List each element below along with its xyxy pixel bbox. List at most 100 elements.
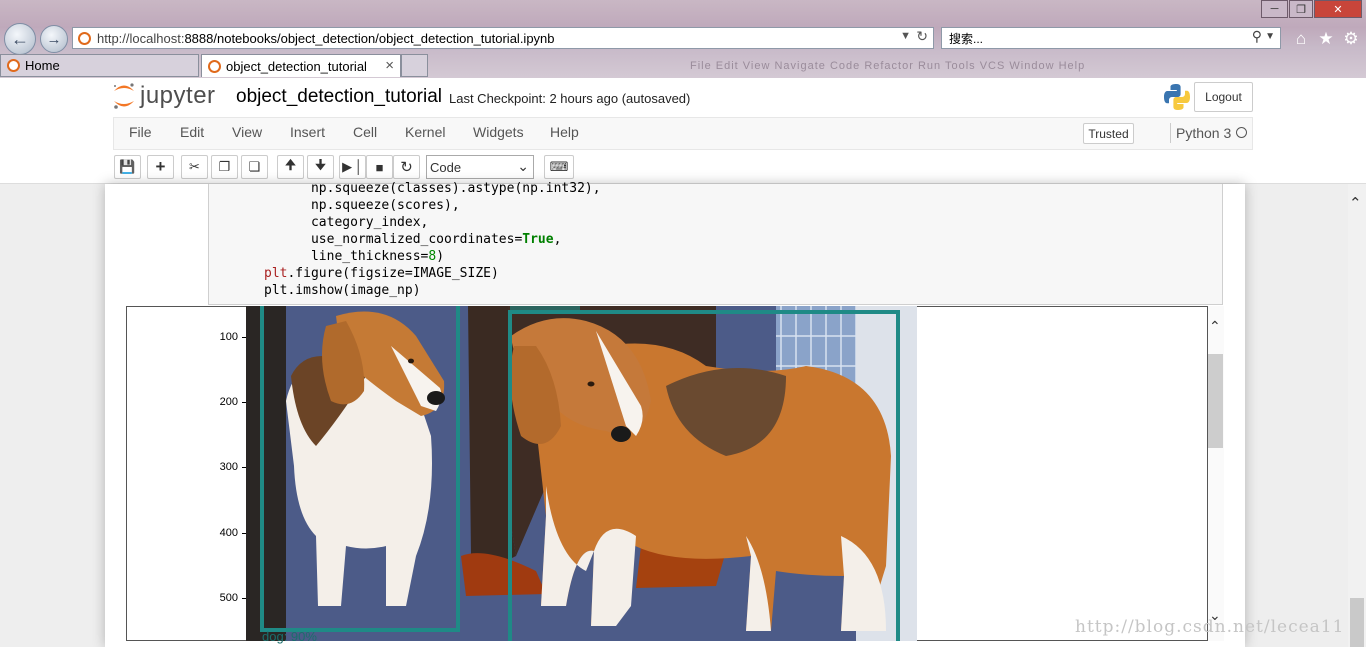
close-icon: ✕ bbox=[1333, 3, 1343, 16]
cell-type-value: Code bbox=[430, 159, 462, 175]
search-input[interactable]: 搜索... bbox=[949, 30, 983, 47]
scroll-up-icon[interactable]: ⌃ bbox=[1209, 318, 1221, 335]
menu-edit[interactable]: Edit bbox=[180, 124, 204, 140]
address-bar[interactable]: http://localhost:8888/notebooks/object_d… bbox=[72, 27, 934, 49]
new-tab-button[interactable] bbox=[401, 54, 428, 77]
code-line-6: plt.figure(figsize=IMAGE_SIZE) bbox=[264, 266, 499, 281]
copy-icon: ❐ bbox=[218, 159, 231, 174]
logout-button[interactable]: Logout bbox=[1194, 82, 1253, 112]
cut-button[interactable]: ✂ bbox=[181, 155, 208, 179]
settings-gear-icon[interactable]: ⚙ bbox=[1341, 29, 1361, 49]
beagles-photo bbox=[246, 306, 917, 641]
insert-cell-button[interactable]: + bbox=[147, 155, 174, 179]
menu-help[interactable]: Help bbox=[550, 124, 579, 140]
forward-arrow-icon: → bbox=[46, 30, 62, 48]
notebook-title[interactable]: object_detection_tutorial bbox=[236, 86, 442, 108]
code-plt: plt bbox=[264, 266, 288, 281]
detection-output-image bbox=[246, 306, 917, 641]
back-button[interactable]: ← bbox=[4, 23, 36, 55]
checkpoint-status: Last Checkpoint: 2 hours ago (autosaved) bbox=[449, 91, 691, 106]
refresh-icon[interactable]: ↻ bbox=[916, 28, 928, 45]
output-scrollbar-thumb[interactable] bbox=[1208, 354, 1223, 448]
address-url[interactable]: http://localhost:8888/notebooks/object_d… bbox=[97, 31, 555, 46]
page-scrollbar-thumb[interactable] bbox=[1350, 598, 1364, 647]
move-down-button[interactable]: 🠋 bbox=[307, 155, 334, 179]
y-tick-label: 200 bbox=[219, 396, 238, 408]
search-bar[interactable]: 搜索... ⚲ ▼ bbox=[941, 27, 1281, 49]
maximize-icon: ❐ bbox=[1296, 3, 1306, 16]
page-scrollbar[interactable] bbox=[1348, 184, 1366, 647]
close-window-button[interactable]: ✕ bbox=[1314, 0, 1362, 18]
restart-button[interactable]: ↻ bbox=[393, 155, 420, 179]
run-button[interactable]: ▶ │ bbox=[339, 155, 366, 179]
search-icon[interactable]: ⚲ bbox=[1252, 28, 1262, 45]
url-path: 8888/notebooks/object_detection/object_d… bbox=[184, 30, 555, 46]
chevron-down-icon: ⌄ bbox=[517, 158, 529, 174]
code-arg: use_normalized_coordinates= bbox=[264, 232, 523, 247]
forward-button[interactable]: → bbox=[40, 25, 68, 53]
watermark-text: http://blog.csdn.net/lecea11 bbox=[1075, 617, 1345, 637]
notebook-menubar bbox=[113, 117, 1253, 150]
ie-tab-icon bbox=[7, 59, 20, 72]
menu-widgets[interactable]: Widgets bbox=[473, 124, 524, 140]
code-paren: ) bbox=[436, 249, 445, 264]
y-tick-label: 300 bbox=[219, 461, 238, 473]
kernel-separator bbox=[1170, 123, 1171, 143]
code-arg: line_thickness= bbox=[264, 249, 429, 264]
paste-icon: ❏ bbox=[248, 159, 261, 174]
minimize-icon: ─ bbox=[1270, 3, 1279, 15]
copy-button[interactable]: ❐ bbox=[211, 155, 238, 179]
save-button[interactable]: 💾 bbox=[114, 155, 141, 179]
back-arrow-icon: ← bbox=[11, 28, 29, 49]
command-palette-button[interactable]: ⌨ bbox=[544, 155, 574, 179]
menu-cell[interactable]: Cell bbox=[353, 124, 377, 140]
dropdown-icon[interactable]: ▼ bbox=[900, 30, 911, 42]
y-tick-label: 100 bbox=[219, 331, 238, 343]
search-dropdown-icon[interactable]: ▼ bbox=[1265, 31, 1275, 42]
maximize-button[interactable]: ❐ bbox=[1289, 0, 1313, 18]
ie-page-icon bbox=[78, 31, 91, 45]
scissors-icon: ✂ bbox=[189, 159, 200, 174]
code-line-7: plt.imshow(image_np) bbox=[264, 283, 421, 298]
favorites-star-icon[interactable]: ★ bbox=[1316, 29, 1336, 49]
tab-close-button[interactable]: × bbox=[385, 57, 394, 74]
keyboard-icon: ⌨ bbox=[549, 159, 569, 174]
code-comma: , bbox=[553, 232, 562, 247]
interrupt-button[interactable]: ■ bbox=[366, 155, 393, 179]
minimize-button[interactable]: ─ bbox=[1261, 0, 1288, 18]
menu-view[interactable]: View bbox=[232, 124, 262, 140]
paste-button[interactable]: ❏ bbox=[241, 155, 268, 179]
page-scroll-up-icon[interactable]: ⌃ bbox=[1349, 194, 1362, 212]
arrow-down-icon: 🠋 bbox=[315, 157, 326, 172]
tab-object-detection-label: object_detection_tutorial bbox=[226, 58, 367, 74]
kernel-name[interactable]: Python 3 bbox=[1176, 125, 1231, 141]
kernel-idle-icon bbox=[1236, 127, 1247, 138]
background-window-menu: File Edit View Navigate Code Refactor Ru… bbox=[690, 60, 1086, 72]
code-keyword-true: True bbox=[522, 232, 554, 247]
cell-type-select[interactable]: Code ⌄ bbox=[426, 155, 534, 179]
code-line-5: line_thickness=8) bbox=[264, 249, 444, 264]
jupyter-logo-icon[interactable] bbox=[112, 82, 136, 110]
code-figure-call: .figure(figsize=IMAGE_SIZE) bbox=[287, 266, 499, 281]
code-line-3: category_index, bbox=[264, 215, 429, 230]
step-forward-icon: ▶ │ bbox=[342, 159, 363, 174]
move-up-button[interactable]: 🠉 bbox=[277, 155, 304, 179]
arrow-up-icon: 🠉 bbox=[285, 157, 296, 172]
tab-object-detection[interactable]: object_detection_tutorial × bbox=[201, 54, 401, 77]
trusted-indicator[interactable]: Trusted bbox=[1083, 123, 1134, 144]
ie-tab-icon bbox=[208, 59, 221, 73]
code-line-1: np.squeeze(classes).astype(np.int32), bbox=[264, 181, 601, 196]
y-tick-label: 400 bbox=[219, 527, 238, 539]
menu-insert[interactable]: Insert bbox=[290, 124, 325, 140]
stop-icon: ■ bbox=[375, 159, 384, 175]
plus-icon: + bbox=[155, 157, 166, 176]
menu-file[interactable]: File bbox=[129, 124, 152, 140]
tab-home[interactable]: Home bbox=[0, 54, 199, 77]
save-icon: 💾 bbox=[119, 159, 136, 174]
jupyter-wordmark[interactable]: jupyter bbox=[140, 82, 216, 110]
restart-icon: ↻ bbox=[400, 159, 413, 176]
code-line-4: use_normalized_coordinates=True, bbox=[264, 232, 561, 247]
menu-kernel[interactable]: Kernel bbox=[405, 124, 445, 140]
y-tick-label: 500 bbox=[219, 592, 238, 604]
home-icon[interactable]: ⌂ bbox=[1291, 29, 1311, 49]
